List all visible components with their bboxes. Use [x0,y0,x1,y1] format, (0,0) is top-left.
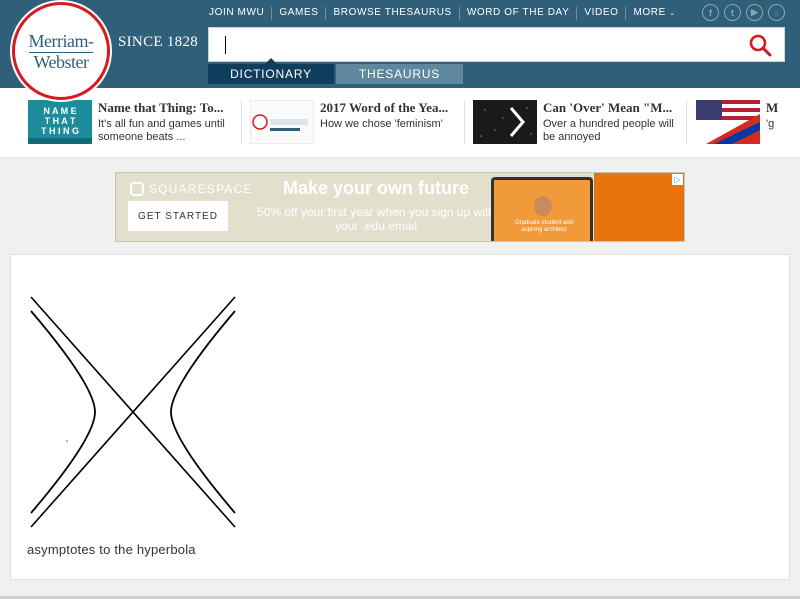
ad-brand: SQUARESPACE [149,182,253,196]
site-header: Merriam- Webster SINCE 1828 JOIN MWU GAM… [0,0,800,100]
nav-video[interactable]: VIDEO [576,7,625,20]
svg-text:T H I N G: T H I N G [41,126,79,136]
promo-subtitle: How we chose 'feminism' [320,118,443,130]
hyperbola-branch-right [170,310,236,514]
logo-line-1: Merriam- [28,31,94,51]
twitter-icon[interactable]: t [724,4,741,21]
divider [241,100,242,144]
hyperbola-branch-left [30,310,96,514]
promo-subtitle: Over a hundred people will be annoyed [543,118,674,143]
promo-subtitle: 'g [766,118,775,130]
ad-headline: Make your own future [282,178,470,198]
svg-text:T H A T: T H A T [45,116,76,126]
ad-choices-icon[interactable]: ▷ [672,174,683,185]
nav-join-mwu[interactable]: JOIN MWU [202,7,271,20]
promo-title: Can 'Over' Mean "M... [543,100,673,115]
divider [686,100,687,144]
promo-item[interactable]: N A M E T H A T T H I N G Name that Thin… [28,100,238,146]
search-input[interactable] [209,28,729,61]
facebook-icon[interactable]: f [702,4,719,21]
ad-photo-caption: Graduate student and aspiring architect [514,220,574,233]
art-card: asymptotes to the hyperbola [10,254,790,580]
promo-strip: N A M E T H A T T H I N G Name that Thin… [0,88,800,158]
promo-title: M [766,100,779,115]
nav-more[interactable]: MORE ⌄ [625,7,682,20]
search-bar[interactable] [208,27,785,62]
flags-thumbnail [696,100,760,144]
promo-subtitle: It's all fun and games until someone bea… [98,118,225,143]
person-photo [534,196,552,216]
tab-thesaurus[interactable]: THESAURUS [336,64,463,84]
nav-more-label: MORE [633,7,666,18]
text-cursor [225,36,226,54]
instagram-icon[interactable]: ○ [768,4,785,21]
nav-browse-thesaurus[interactable]: BROWSE THESAURUS [325,7,458,20]
nav-games[interactable]: GAMES [271,7,325,20]
divider [464,100,465,144]
word-of-the-year-thumbnail [250,100,314,144]
promo-item[interactable]: Can 'Over' Mean "M... Over a hundred peo… [473,100,683,146]
hyperbola-illustration [30,296,236,528]
search-tabs: DICTIONARY THESAURUS [208,58,463,84]
social-links: f t ▶ ○ [702,4,785,21]
tab-dictionary[interactable]: DICTIONARY [208,58,334,84]
nav-word-of-the-day[interactable]: WORD OF THE DAY [458,7,577,20]
squarespace-ad[interactable]: SQUARESPACE GET STARTED Make your own fu… [115,172,685,242]
merriam-webster-logo[interactable]: Merriam- Webster [12,2,110,100]
logo-line-2: Webster [33,52,89,72]
promo-item[interactable]: M 'g [696,100,800,146]
search-icon[interactable] [748,33,772,57]
promo-title: 2017 Word of the Yea... [320,100,449,115]
svg-text:N A M E: N A M E [43,106,76,116]
youtube-icon[interactable]: ▶ [746,4,763,21]
figure-caption: asymptotes to the hyperbola [27,542,196,557]
squarespace-logo: SQUARESPACE [130,182,253,196]
over-mean-more-thumbnail [473,100,537,144]
name-that-thing-thumbnail: N A M E T H A T T H I N G [28,100,92,144]
get-started-button[interactable]: GET STARTED [128,201,228,231]
ad-laptop-photo: Graduate student and aspiring architect [491,177,593,241]
squarespace-logo-icon [130,182,144,196]
ad-subline: 50% off your first year when you sign up… [257,205,495,233]
promo-item[interactable]: 2017 Word of the Yea... How we chose 'fe… [250,100,460,146]
promo-title: Name that Thing: To... [98,100,224,115]
since-1828-tagline: SINCE 1828 [118,34,199,50]
chevron-down-icon: ⌄ [669,10,676,17]
top-nav: JOIN MWU GAMES BROWSE THESAURUS WORD OF … [202,7,683,20]
